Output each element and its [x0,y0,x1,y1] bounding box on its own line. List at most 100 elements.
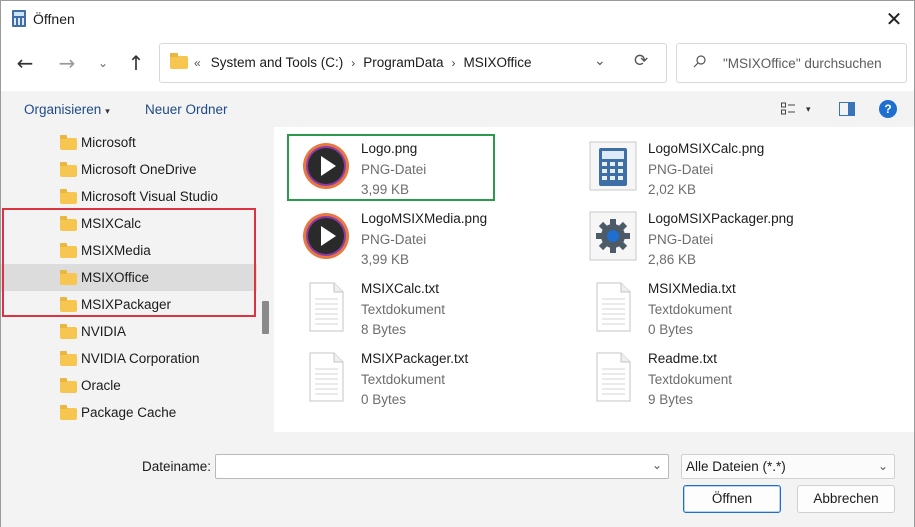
new-folder-button[interactable]: Neuer Ordner [145,102,228,117]
up-button[interactable]: ↑ [122,49,150,77]
file-size: 2,86 KB [648,252,697,267]
file-type: Textdokument [361,302,446,317]
sidebar-item-microsoft-visual-studio[interactable]: Microsoft Visual Studio [1,183,257,210]
window-title: Öffnen [33,11,75,27]
breadcrumb-segment[interactable]: ProgramData [363,55,443,70]
file-name: LogoMSIXMedia.png [361,211,488,226]
highlight-box-green [287,134,495,201]
sidebar-item-label: Oracle [81,378,121,393]
sidebar-item-label: Package Cache [81,405,177,420]
file-name: MSIXMedia.txt [648,281,736,296]
chevron-down-icon: ⌄ [877,459,888,473]
organize-label: Organisieren [24,102,102,117]
text-document-icon [309,282,344,332]
file-item[interactable]: Readme.txt Textdokument 9 Bytes [588,351,868,415]
chevron-right-icon[interactable]: › [351,56,355,70]
recent-locations-button[interactable]: ⌄ [89,49,117,77]
calculator-icon [589,141,637,191]
file-size: 9 Bytes [648,392,694,407]
file-size: 0 Bytes [361,392,407,407]
sidebar-item-label: Microsoft OneDrive [81,162,197,177]
help-icon[interactable]: ? [879,100,897,118]
file-type-filter-value: Alle Dateien (*.*) [686,459,786,474]
file-item[interactable]: MSIXPackager.txt Textdokument 0 Bytes [301,351,581,415]
file-item[interactable]: LogoMSIXMedia.png PNG-Datei 3,99 KB [301,211,581,275]
sidebar-item-package-cache[interactable]: Package Cache [1,399,257,426]
address-dropdown-button[interactable]: ⌄ [594,53,606,69]
file-type: Textdokument [361,372,446,387]
sidebar-scrollbar[interactable] [257,127,274,432]
sidebar-item-label: Microsoft [81,135,136,150]
file-name: MSIXPackager.txt [361,351,469,366]
search-icon [693,55,706,68]
calculator-app-icon [12,10,26,27]
file-item[interactable]: MSIXCalc.txt Textdokument 8 Bytes [301,281,581,345]
text-document-icon [309,352,344,402]
search-placeholder: "MSIXOffice" durchsuchen [723,56,882,71]
search-box[interactable]: "MSIXOffice" durchsuchen [676,43,907,83]
preview-pane-icon[interactable] [839,102,855,116]
file-name: LogoMSIXCalc.png [648,141,765,156]
filename-input[interactable] [215,454,669,479]
folder-icon [60,135,77,150]
folder-icon [60,351,77,366]
sidebar-item-microsoft-onedrive[interactable]: Microsoft OneDrive [1,156,257,183]
breadcrumb: « System and Tools (C:) › ProgramData › MSIXO… [194,55,532,70]
title-bar: Öffnen ✕ [1,1,914,37]
file-size: 8 Bytes [361,322,407,337]
sidebar-item-label: NVIDIA [81,324,127,339]
sidebar-item-oracle[interactable]: Oracle [1,372,257,399]
scrollbar-thumb[interactable] [262,301,269,334]
file-type-filter-select[interactable]: Alle Dateien (*.*) ⌄ [681,454,895,479]
file-size: 0 Bytes [648,322,694,337]
view-options-icon[interactable] [781,102,797,116]
dialog-footer: Dateiname: ⌄ Alle Dateien (*.*) ⌄ Öffnen… [1,432,914,527]
sidebar-item-nvidia[interactable]: NVIDIA [1,318,257,345]
cancel-button[interactable]: Abbrechen [797,485,895,513]
command-toolbar: Organisieren ▾ Neuer Ordner ▾ ? [1,91,914,127]
organize-button[interactable]: Organisieren ▾ [24,102,110,117]
back-button[interactable]: ← [11,49,39,77]
file-name: LogoMSIXPackager.png [648,211,794,226]
chevron-right-icon[interactable]: › [452,56,456,70]
file-size: 3,99 KB [361,252,410,267]
folder-icon [60,162,77,177]
filename-label: Dateiname: [142,459,212,474]
folder-icon [60,378,77,393]
breadcrumb-overflow[interactable]: « [194,56,201,70]
play-logo-icon [303,213,349,259]
refresh-button[interactable]: ⟳ [634,51,648,71]
file-type: PNG-Datei [648,162,714,177]
file-type: Textdokument [648,302,733,317]
filename-dropdown-button[interactable]: ⌄ [652,458,662,472]
file-item[interactable]: MSIXMedia.txt Textdokument 0 Bytes [588,281,868,345]
folder-icon [170,53,188,69]
text-document-icon [596,352,631,402]
folder-icon [60,405,77,420]
file-type: PNG-Datei [648,232,714,247]
gear-icon [589,211,637,261]
breadcrumb-segment[interactable]: System and Tools (C:) [211,55,344,70]
open-file-dialog: Öffnen ✕ ← → ⌄ ↑ « System and Tools (C:) ›… [0,0,915,527]
caret-down-icon: ▾ [105,106,110,116]
address-bar[interactable]: « System and Tools (C:) › ProgramData › MSIXO… [159,43,667,83]
view-caret-down-icon[interactable]: ▾ [806,104,811,115]
file-type: PNG-Datei [361,232,427,247]
close-button[interactable]: ✕ [879,5,909,33]
file-name: Readme.txt [648,351,718,366]
highlight-box-red [2,208,256,317]
folder-icon [60,189,77,204]
sidebar-item-label: NVIDIA Corporation [81,351,200,366]
file-item[interactable]: LogoMSIXCalc.png PNG-Datei 2,02 KB [588,141,868,205]
sidebar-item-nvidia-corporation[interactable]: NVIDIA Corporation [1,345,257,372]
sidebar-item-microsoft[interactable]: Microsoft [1,129,257,156]
file-name: MSIXCalc.txt [361,281,440,296]
file-item[interactable]: LogoMSIXPackager.png PNG-Datei 2,86 KB [588,211,868,275]
sidebar-item-label: Microsoft Visual Studio [81,189,219,204]
open-button[interactable]: Öffnen [683,485,781,513]
breadcrumb-segment[interactable]: MSIXOffice [464,55,532,70]
file-size: 2,02 KB [648,182,697,197]
file-type: Textdokument [648,372,733,387]
text-document-icon [596,282,631,332]
forward-button[interactable]: → [53,49,81,77]
